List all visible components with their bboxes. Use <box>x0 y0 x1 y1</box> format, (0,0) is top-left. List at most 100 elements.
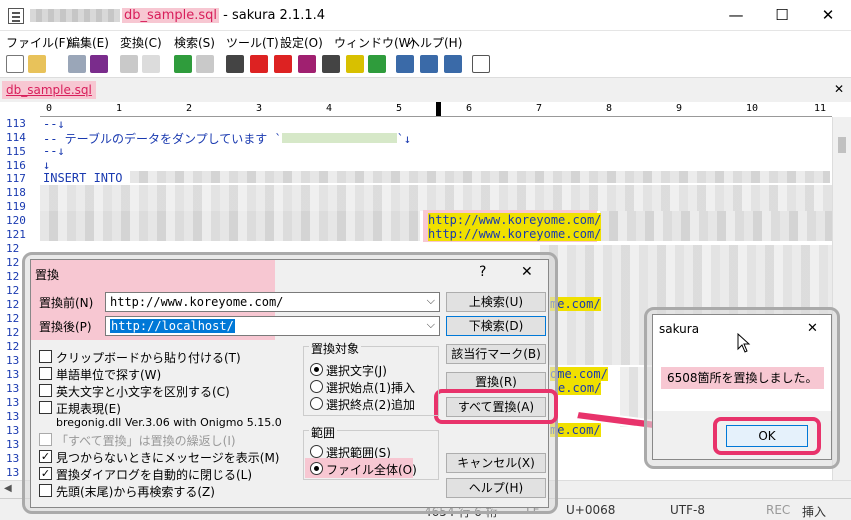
menu-tools[interactable]: ツール(T) <box>226 34 279 51</box>
range-file-radio[interactable] <box>310 462 323 475</box>
redo-icon[interactable] <box>142 55 160 73</box>
chevron-down-icon[interactable]: ⌵ <box>427 294 435 308</box>
code-line: -- テーブルのデータをダンプしています ` `↓ <box>43 130 411 147</box>
url-match: http://www.koreyome.com/ <box>428 227 602 241</box>
menu-file[interactable]: ファイル(F) <box>6 34 70 51</box>
window-title: db_sample.sql - sakura 2.1.1.4 <box>122 8 325 23</box>
autoclose-checkbox[interactable]: ✓ <box>39 467 52 480</box>
target-selection-radio[interactable] <box>310 363 323 376</box>
new-file-icon[interactable] <box>6 55 24 73</box>
replace-input[interactable]: http://localhost/ ⌵ <box>105 316 440 336</box>
code-line: --↓ <box>43 117 65 131</box>
scroll-left-icon[interactable]: ◀ <box>4 483 12 494</box>
word-checkbox[interactable] <box>39 367 52 380</box>
code-text: -- テーブルのデータをダンプしています ` <box>43 132 282 146</box>
forward-icon[interactable] <box>196 55 214 73</box>
cancel-button[interactable]: キャンセル(X) <box>446 453 546 473</box>
menu-settings[interactable]: 設定(O) <box>280 34 323 51</box>
redacted-code <box>40 211 420 241</box>
dialog-title: 置換 <box>35 268 60 282</box>
word-label: 単語単位で探す(W) <box>56 368 162 382</box>
ruler-mark: 9 <box>676 103 683 114</box>
mark-lines-button[interactable]: 該当行マーク(B) <box>446 344 546 364</box>
ruler-cursor <box>436 102 441 116</box>
outline-icon[interactable] <box>396 55 414 73</box>
open-folder-icon[interactable] <box>28 55 46 73</box>
redacted-path <box>30 9 120 22</box>
range-file-label: ファイル全体(O) <box>326 463 417 477</box>
target-group-label: 置換対象 <box>309 340 362 357</box>
search-next-icon[interactable] <box>274 55 292 73</box>
wrap-checkbox[interactable] <box>39 484 52 497</box>
undo-icon[interactable] <box>120 55 138 73</box>
message-close-icon[interactable]: ✕ <box>807 321 818 336</box>
search-up-button[interactable]: 上検索(U) <box>446 292 546 312</box>
chevron-down-icon[interactable]: ⌵ <box>427 318 435 332</box>
range-group-label: 範囲 <box>309 424 338 441</box>
replace-all-button[interactable]: すべて置換(A) <box>446 397 546 417</box>
tab-db-sample[interactable]: db_sample.sql <box>2 81 96 99</box>
menu-window[interactable]: ウィンドウ(W) <box>334 34 415 51</box>
menu-bar: ファイル(F) 編集(E) 変換(C) 検索(S) ツール(T) 設定(O) ウ… <box>0 31 851 51</box>
line-number: 120 <box>6 214 26 227</box>
ruler-mark: 5 <box>396 103 403 114</box>
line-number: 119 <box>6 200 26 213</box>
ruler-mark: 0 <box>46 103 53 114</box>
menu-help[interactable]: ヘルプ(H) <box>408 34 462 51</box>
search-prev-icon[interactable] <box>250 55 268 73</box>
notfound-label: 見つからないときにメッセージを表示(M) <box>56 451 280 465</box>
ok-button[interactable]: OK <box>726 425 808 447</box>
menu-convert[interactable]: 変換(C) <box>120 34 162 51</box>
replace-label: 置換後(P) <box>39 320 92 334</box>
split-icon[interactable] <box>444 55 462 73</box>
compare-icon[interactable] <box>420 55 438 73</box>
status-rec: REC <box>766 503 791 517</box>
help-icon[interactable]: ? <box>479 264 486 280</box>
replace-icon[interactable] <box>298 55 316 73</box>
status-insert-mode: 挿入 <box>802 505 827 519</box>
case-checkbox[interactable] <box>39 384 52 397</box>
menu-search[interactable]: 検索(S) <box>174 34 215 51</box>
target-end-radio[interactable] <box>310 397 323 410</box>
ruler-mark: 2 <box>186 103 193 114</box>
back-icon[interactable] <box>174 55 192 73</box>
minimize-button[interactable]: — <box>713 0 759 31</box>
close-button[interactable]: ✕ <box>805 0 851 31</box>
url-match: http://www.koreyome.com/ <box>428 213 602 227</box>
maximize-button[interactable]: ☐ <box>759 0 805 31</box>
help-button[interactable]: ヘルプ(H) <box>446 478 546 498</box>
search-down-button[interactable]: 下検索(D) <box>446 316 546 336</box>
scroll-thumb[interactable] <box>838 137 846 153</box>
redacted-code <box>600 211 832 241</box>
save-as-icon[interactable] <box>90 55 108 73</box>
search-icon[interactable] <box>226 55 244 73</box>
status-encoding: UTF-8 <box>670 503 705 517</box>
paste-checkbox[interactable] <box>39 350 52 363</box>
code-line: ↓ <box>43 158 51 172</box>
find-input[interactable]: http://www.koreyome.com/ ⌵ <box>105 292 440 312</box>
range-selection-radio[interactable] <box>310 445 323 458</box>
regex-label: 正規表現(E) <box>56 402 121 416</box>
redacted-code <box>130 171 830 183</box>
ruler-mark: 1 <box>116 103 123 114</box>
notfound-checkbox[interactable]: ✓ <box>39 450 52 463</box>
line-number: 115 <box>6 145 26 158</box>
ruler-mark: 8 <box>606 103 613 114</box>
message-title: sakura <box>659 322 700 336</box>
title-app: - sakura 2.1.1.4 <box>219 8 326 23</box>
line-number: 121 <box>6 228 26 241</box>
grep-icon[interactable] <box>322 55 340 73</box>
url-match: ome.com/ <box>550 367 608 381</box>
regex-checkbox[interactable] <box>39 401 52 414</box>
ruler-mark: 6 <box>466 103 473 114</box>
jump-icon[interactable] <box>368 55 386 73</box>
target-start-radio[interactable] <box>310 380 323 393</box>
menu-edit[interactable]: 編集(E) <box>68 34 109 51</box>
tab-close-icon[interactable]: ✕ <box>834 82 844 96</box>
settings-icon[interactable] <box>472 55 490 73</box>
redacted-text <box>281 133 397 143</box>
dialog-close-icon[interactable]: ✕ <box>521 264 533 280</box>
save-icon[interactable] <box>68 55 86 73</box>
ruler-mark: 7 <box>536 103 543 114</box>
mark-icon[interactable] <box>346 55 364 73</box>
